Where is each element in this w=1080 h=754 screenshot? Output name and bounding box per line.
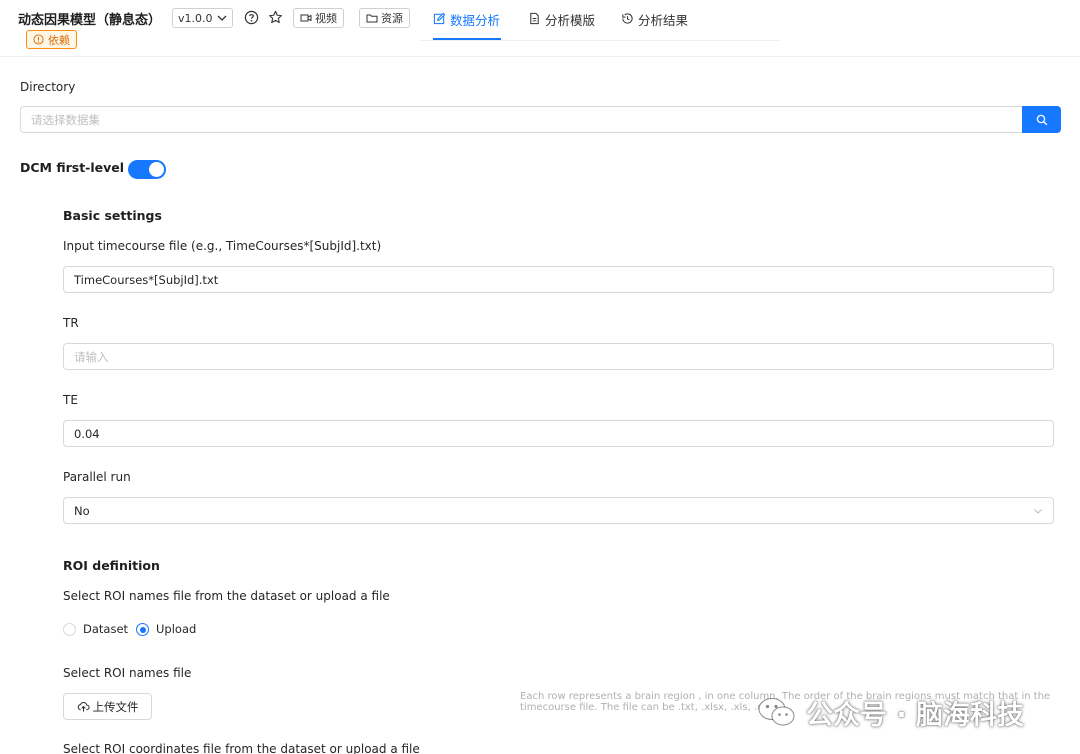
tab-analysis-results[interactable]: 分析结果 <box>621 10 688 40</box>
directory-input[interactable]: 请选择数据集 <box>20 106 1023 133</box>
video-icon <box>300 14 312 22</box>
version-select[interactable]: v1.0.0 <box>172 8 233 28</box>
timecourse-label: Input timecourse file (e.g., TimeCourses… <box>63 239 382 253</box>
roi-names-source-label: Select ROI names file from the dataset o… <box>63 589 390 603</box>
roi-coordinates-source-label: Select ROI coordinates file from the dat… <box>63 742 420 754</box>
page: 动态因果模型（静息态） v1.0.0 视频 资源 依赖 数据分析 分析模版 分析… <box>0 0 1080 754</box>
tab-analysis-template[interactable]: 分析模版 <box>528 10 595 40</box>
watermark-text: 公众号 · 脑海科技 <box>806 699 1025 731</box>
tr-label: TR <box>63 316 79 330</box>
search-icon <box>1036 114 1047 125</box>
video-label: 视频 <box>315 12 337 25</box>
roi-definition-title: ROI definition <box>63 558 160 573</box>
help-icon[interactable] <box>244 10 259 25</box>
info-circle-icon <box>33 34 44 45</box>
resource-label: 资源 <box>381 12 403 25</box>
tab-analysis-results-label: 分析结果 <box>638 13 689 28</box>
te-label: TE <box>63 393 78 407</box>
switch-knob <box>149 162 164 177</box>
upload-file-button[interactable]: 上传文件 <box>63 693 152 720</box>
parallel-run-value: No <box>74 503 90 518</box>
video-button[interactable]: 视频 <box>293 8 344 28</box>
folder-icon <box>366 14 378 23</box>
tab-analysis-template-label: 分析模版 <box>545 13 596 28</box>
page-title: 动态因果模型（静息态） <box>18 13 162 28</box>
te-input[interactable]: 0.04 <box>63 420 1054 447</box>
directory-label: Directory <box>20 80 76 94</box>
radio-dataset[interactable] <box>63 623 76 636</box>
parallel-run-select[interactable]: No <box>63 497 1054 524</box>
tr-input[interactable]: 请输入 <box>63 343 1054 370</box>
chevron-down-icon <box>217 15 227 21</box>
edit-icon <box>433 12 446 25</box>
dcm-first-level-switch[interactable] <box>128 160 166 179</box>
history-icon <box>622 13 633 24</box>
roi-names-file-label: Select ROI names file <box>63 666 192 680</box>
tab-bar-divider <box>420 40 780 41</box>
active-tab-indicator <box>433 38 501 40</box>
resource-button[interactable]: 资源 <box>359 8 410 28</box>
dependency-badge[interactable]: 依赖 <box>26 30 77 49</box>
tab-data-analysis[interactable]: 数据分析 <box>433 10 500 40</box>
dependency-label: 依赖 <box>48 33 70 47</box>
tab-data-analysis-label: 数据分析 <box>450 13 501 28</box>
wechat-logo-icon <box>758 698 795 726</box>
parallel-run-label: Parallel run <box>63 470 131 484</box>
watermark: 公众号 · 脑海科技 <box>756 692 1024 732</box>
file-icon <box>530 12 539 25</box>
radio-dataset-label[interactable]: Dataset <box>83 622 128 636</box>
cloud-upload-icon <box>77 702 90 712</box>
radio-upload-label[interactable]: Upload <box>156 622 196 636</box>
radio-upload[interactable] <box>136 623 149 636</box>
search-button[interactable] <box>1022 106 1061 133</box>
star-icon[interactable] <box>268 10 283 25</box>
dcm-first-level-label: DCM first-level <box>20 160 125 175</box>
basic-settings-title: Basic settings <box>63 208 162 223</box>
timecourse-input[interactable]: TimeCourses*[SubjId].txt <box>63 266 1054 293</box>
directory-search: 请选择数据集 <box>20 106 1061 133</box>
upload-file-label: 上传文件 <box>92 699 139 714</box>
version-value: v1.0.0 <box>178 11 213 25</box>
chevron-down-icon <box>1034 509 1042 514</box>
app-header: 动态因果模型（静息态） v1.0.0 视频 资源 依赖 数据分析 分析模版 分析… <box>0 0 1080 57</box>
